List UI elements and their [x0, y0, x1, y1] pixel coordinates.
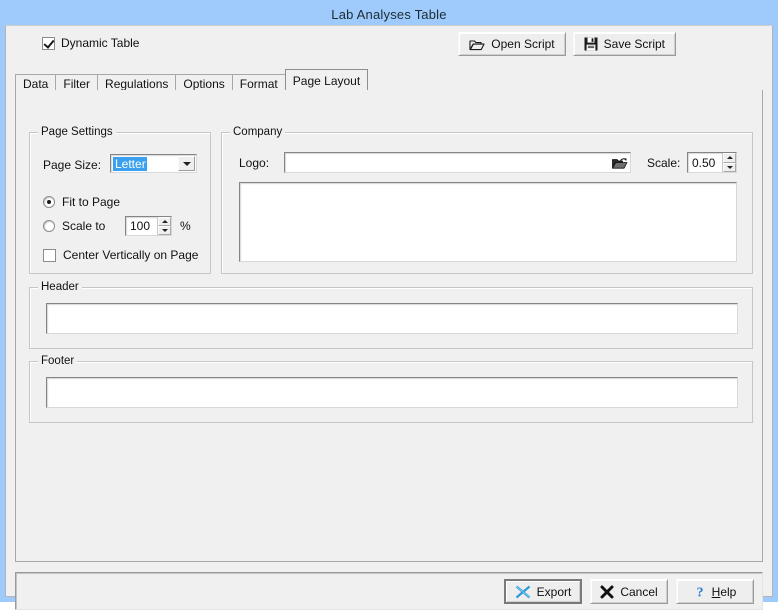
- scale-to-label: Scale to: [62, 219, 106, 233]
- caret-down-icon: [161, 229, 168, 232]
- dynamic-table-checkbox-row[interactable]: Dynamic Table: [42, 36, 139, 50]
- footer-group: Footer: [29, 355, 753, 423]
- logo-path-input[interactable]: [284, 152, 631, 173]
- export-label: Export: [536, 584, 572, 599]
- page-settings-group: Page Settings Page Size: Letter Fit to P…: [29, 126, 211, 274]
- header-legend: Header: [38, 281, 82, 293]
- floppy-disk-icon: [584, 37, 598, 51]
- caret-up-icon: [161, 220, 168, 223]
- cancel-button[interactable]: Cancel: [590, 579, 668, 604]
- page-size-label: Page Size:: [43, 158, 102, 172]
- help-button[interactable]: ? Help: [676, 579, 754, 604]
- header-group: Header: [29, 281, 753, 349]
- open-script-label: Open Script: [491, 37, 555, 51]
- page-size-dropdown-arrow[interactable]: [178, 156, 195, 171]
- open-folder-icon: [612, 158, 628, 169]
- page-settings-legend: Page Settings: [38, 126, 116, 138]
- dynamic-table-checkbox[interactable]: [42, 36, 55, 50]
- export-icon: [515, 585, 531, 599]
- company-scale-spin-up[interactable]: [723, 153, 736, 163]
- page-size-value: Letter: [113, 156, 147, 171]
- company-group: Company Logo: Scale: 0.50: [221, 126, 753, 274]
- company-scale-spin-down[interactable]: [723, 162, 736, 172]
- company-scale-label: Scale:: [647, 156, 681, 170]
- scale-to-value[interactable]: 100: [126, 217, 157, 235]
- logo-label: Logo:: [239, 156, 270, 170]
- footer-input[interactable]: [46, 377, 738, 408]
- script-button-group: Open Script Save Script: [458, 32, 676, 56]
- top-toolbar: Dynamic Table Open Script Save Script: [6, 26, 772, 66]
- scale-to-spinner-arrows[interactable]: [157, 217, 171, 235]
- close-icon: [600, 585, 614, 599]
- header-input[interactable]: [46, 303, 738, 334]
- fit-to-page-label: Fit to Page: [62, 195, 121, 209]
- window-title: Lab Analyses Table: [331, 6, 447, 22]
- title-bar: Lab Analyses Table: [3, 3, 775, 25]
- dialog-action-buttons: Export Cancel ? Help: [504, 579, 754, 604]
- percent-label: %: [180, 219, 191, 233]
- logo-browse-button[interactable]: [611, 155, 628, 174]
- scale-to-radio-row[interactable]: Scale to: [43, 219, 105, 233]
- company-scale-spinner[interactable]: 0.50: [687, 152, 737, 173]
- save-script-label: Save Script: [603, 37, 665, 51]
- help-label: Help: [712, 585, 737, 599]
- company-scale-value[interactable]: 0.50: [688, 153, 722, 172]
- chevron-down-icon: [182, 161, 191, 166]
- scale-to-spinner[interactable]: 100: [125, 216, 172, 236]
- company-scale-spinner-arrows[interactable]: [722, 153, 736, 172]
- tab-page-layout[interactable]: Page Layout: [284, 69, 369, 90]
- center-vertically-label: Center Vertically on Page: [63, 248, 199, 262]
- page-layout-tab-panel: Page Settings Page Size: Letter Fit to P…: [15, 90, 763, 562]
- footer-legend: Footer: [38, 355, 78, 367]
- export-button[interactable]: Export: [504, 579, 582, 604]
- dynamic-table-label: Dynamic Table: [61, 36, 140, 50]
- tab-strip: Data Filter Regulations Options Format P…: [15, 69, 763, 92]
- page-size-combobox[interactable]: Letter: [110, 154, 197, 173]
- cancel-label: Cancel: [620, 584, 658, 599]
- dialog-action-bar: Export Cancel ? Help: [15, 572, 763, 610]
- open-folder-icon: [469, 38, 485, 51]
- svg-text:?: ?: [696, 586, 703, 600]
- center-vertically-checkbox-row[interactable]: Center Vertically on Page: [43, 248, 198, 262]
- scale-to-spin-up[interactable]: [158, 217, 171, 226]
- company-legend: Company: [230, 126, 286, 138]
- fit-to-page-radio[interactable]: [43, 196, 55, 208]
- save-script-button[interactable]: Save Script: [572, 32, 676, 56]
- question-mark-icon: ?: [694, 584, 706, 600]
- caret-up-icon: [726, 156, 733, 160]
- scale-to-spin-down[interactable]: [158, 226, 171, 235]
- help-label-rest: elp: [720, 584, 737, 599]
- fit-to-page-radio-row[interactable]: Fit to Page: [43, 195, 120, 209]
- dialog-client-area: Dynamic Table Open Script Save Script Da…: [5, 25, 773, 610]
- open-script-button[interactable]: Open Script: [458, 32, 566, 56]
- company-logo-preview[interactable]: [239, 182, 737, 262]
- caret-down-icon: [726, 165, 733, 169]
- application-window: Lab Analyses Table Dynamic Table Open Sc…: [0, 0, 778, 610]
- scale-to-radio[interactable]: [43, 220, 55, 232]
- center-vertically-checkbox[interactable]: [43, 248, 56, 262]
